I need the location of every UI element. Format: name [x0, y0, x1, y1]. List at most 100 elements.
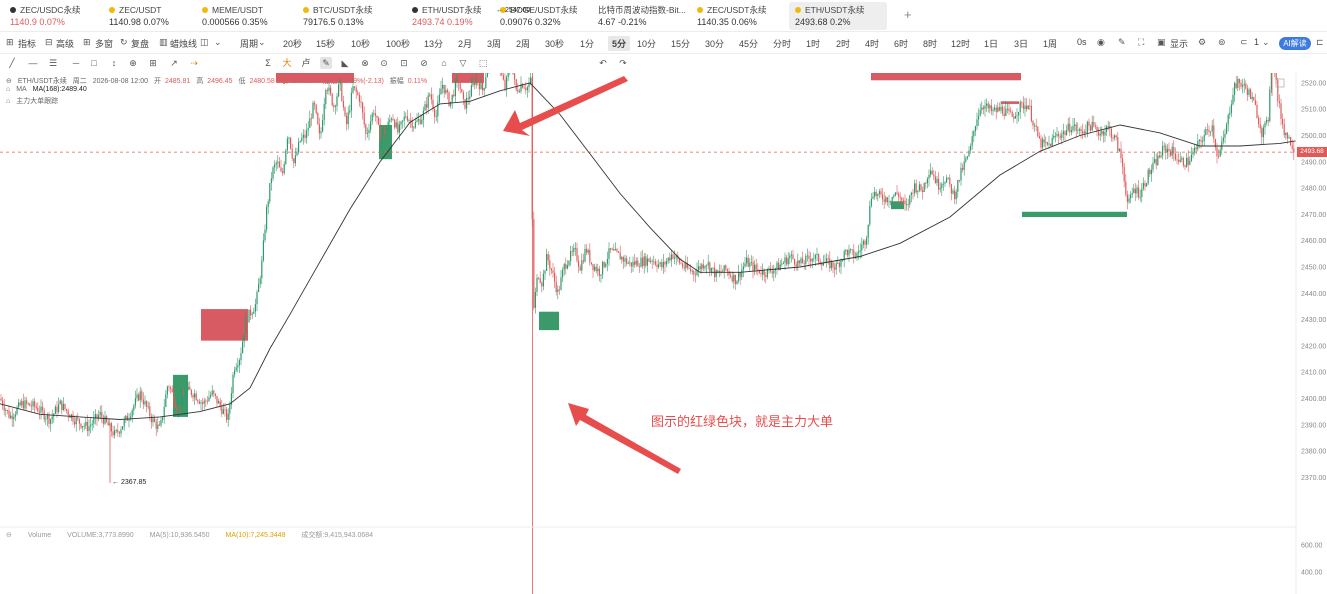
symbol-tab[interactable]: ETH/USDT永续 2493.74 0.19%: [406, 2, 488, 30]
advanced-icon[interactable]: ⊟: [45, 37, 53, 48]
price-line-icon[interactable]: ⇢: [188, 57, 200, 69]
lock-icon[interactable]: ⊡: [398, 57, 410, 69]
fill-icon[interactable]: ◣: [339, 57, 351, 69]
select-icon[interactable]: ⬚: [477, 57, 489, 69]
collapse-icon[interactable]: ⊏: [1316, 37, 1324, 48]
indicator-icon[interactable]: ⊞: [6, 37, 14, 48]
volume-visibility-icon[interactable]: ⊖: [6, 532, 12, 539]
interval-button[interactable]: 10秒: [351, 37, 370, 50]
interval-button[interactable]: 15分: [671, 37, 690, 50]
interval-button[interactable]: 2周: [516, 37, 530, 50]
interval-button[interactable]: 1分: [580, 37, 594, 50]
camera-icon[interactable]: ◉: [1097, 37, 1105, 48]
magnet-icon[interactable]: ⊙: [378, 57, 390, 69]
layout-icon[interactable]: ⊂: [1240, 37, 1248, 48]
interval-button[interactable]: 分时: [773, 37, 791, 50]
advanced-button[interactable]: 高级: [56, 37, 74, 50]
layout-count[interactable]: 1: [1254, 37, 1259, 47]
redo-icon[interactable]: ↷: [617, 57, 629, 69]
interval-button[interactable]: 1周: [1043, 37, 1057, 50]
fullscreen-icon[interactable]: ⛶: [1138, 37, 1144, 48]
multi-chart-icon[interactable]: ⊞: [83, 37, 91, 48]
crosshair-icon[interactable]: ⊕: [127, 57, 139, 69]
undo-icon[interactable]: ↶: [597, 57, 609, 69]
measure-icon[interactable]: ⊗: [359, 57, 371, 69]
interval-button[interactable]: 30秒: [545, 37, 564, 50]
price-chart[interactable]: 2550.002540.002530.002520.002510.002500.…: [0, 73, 1327, 594]
ray-icon[interactable]: ─: [70, 57, 82, 69]
interval-button[interactable]: 10分: [637, 37, 656, 50]
trading-app: { "tabs": [ {"name": "ZEC/USDC永续", "pric…: [0, 0, 1327, 594]
symbol-tab[interactable]: ZEC/USDT 1140.98 0.07%: [103, 2, 175, 30]
interval-button[interactable]: 100秒: [386, 37, 410, 50]
candle-body: [504, 79, 506, 90]
candle-body: [611, 249, 613, 250]
display-icon[interactable]: ▣: [1157, 37, 1166, 48]
settings-icon[interactable]: ⚙: [1198, 37, 1206, 48]
tab-name: ZEC/USDC永续: [20, 5, 81, 15]
trend-line-icon[interactable]: ╱: [6, 57, 18, 69]
candlestick-icon[interactable]: ▥: [159, 37, 168, 48]
symbol-tab[interactable]: BTC/USDT永续 79176.5 0.13%: [297, 2, 379, 30]
symbol-tab[interactable]: ZEC/USDT永续 1140.35 0.06%: [691, 2, 773, 30]
interval-button[interactable]: 8时: [923, 37, 937, 50]
candle-body: [72, 414, 74, 422]
candle-body: [560, 277, 562, 290]
rectangle-icon[interactable]: □: [88, 57, 100, 69]
interval-button[interactable]: 3日: [1014, 37, 1028, 50]
sync-icon[interactable]: ⊚: [1218, 37, 1226, 48]
symbol-tab[interactable]: ETH/USDT永续 2493.68 0.2%: [789, 2, 887, 30]
chart-type-button[interactable]: 蜡烛线: [170, 37, 197, 50]
interval-button[interactable]: 30分: [705, 37, 724, 50]
horizontal-line-icon[interactable]: ―: [27, 57, 39, 69]
interval-button[interactable]: 2月: [458, 37, 472, 50]
multi-chart-button[interactable]: 多窗: [95, 37, 113, 50]
interval-button[interactable]: 15秒: [316, 37, 335, 50]
text-large-icon[interactable]: 大: [281, 57, 293, 69]
chevron-down-icon[interactable]: ⌄: [258, 37, 266, 48]
interval-button[interactable]: 4时: [865, 37, 879, 50]
interval-button[interactable]: 13分: [424, 37, 443, 50]
replay-button[interactable]: 复盘: [131, 37, 149, 50]
edit-icon[interactable]: ✎: [1118, 37, 1126, 48]
interval-button[interactable]: 3周: [487, 37, 501, 50]
filter-icon[interactable]: ▽: [457, 57, 469, 69]
vertical-line-icon[interactable]: ↕: [108, 57, 120, 69]
parallel-channel-icon[interactable]: ☰: [47, 57, 59, 69]
interval-button[interactable]: 2时: [836, 37, 850, 50]
arrow-icon[interactable]: ↗: [168, 57, 180, 69]
interval-button[interactable]: 12时: [951, 37, 970, 50]
symbol-tab[interactable]: 比特币周波动指数-Bit... 4.67 -0.21%: [592, 2, 692, 30]
display-button[interactable]: 显示: [1170, 37, 1188, 50]
home-icon[interactable]: ⌂: [438, 57, 450, 69]
interval-button[interactable]: 20秒: [283, 37, 302, 50]
low-price-marker: ← 2367.85: [112, 479, 147, 487]
tab-change: 0.35%: [242, 17, 268, 27]
period-dropdown[interactable]: 周期: [240, 37, 258, 50]
interval-button[interactable]: 1日: [984, 37, 998, 50]
note-icon[interactable]: 卢: [300, 57, 312, 69]
grid-icon[interactable]: ⊞: [147, 57, 159, 69]
zero-second-button[interactable]: 0s: [1077, 37, 1087, 47]
symbol-tab[interactable]: MEME/USDT 0.000566 0.35%: [196, 2, 274, 30]
interval-button[interactable]: 5分: [608, 36, 631, 51]
candle-body: [458, 76, 460, 84]
candle-body: [200, 402, 202, 404]
chart-style-icon[interactable]: ◫: [200, 37, 209, 48]
hide-icon[interactable]: ⊘: [418, 57, 430, 69]
candle-body: [925, 182, 927, 184]
candle-body: [1138, 187, 1140, 198]
symbol-tab[interactable]: ZEC/USDC永续 1140.9 0.07%: [4, 2, 86, 30]
replay-icon[interactable]: ↻: [120, 37, 128, 48]
chevron-down-icon[interactable]: ⌄: [1262, 37, 1270, 48]
interval-button[interactable]: 45分: [739, 37, 758, 50]
brush-icon[interactable]: ✎: [320, 57, 332, 69]
chevron-down-icon[interactable]: ⌄: [214, 37, 222, 48]
interval-button[interactable]: 6时: [894, 37, 908, 50]
indicator-button[interactable]: 指标: [18, 37, 36, 50]
ai-analysis-button[interactable]: AI解读: [1279, 37, 1311, 50]
interval-button[interactable]: 1时: [806, 37, 820, 50]
candle-body: [259, 278, 261, 284]
add-tab-icon[interactable]: +: [904, 7, 912, 22]
fib-icon[interactable]: Σ: [262, 57, 274, 69]
